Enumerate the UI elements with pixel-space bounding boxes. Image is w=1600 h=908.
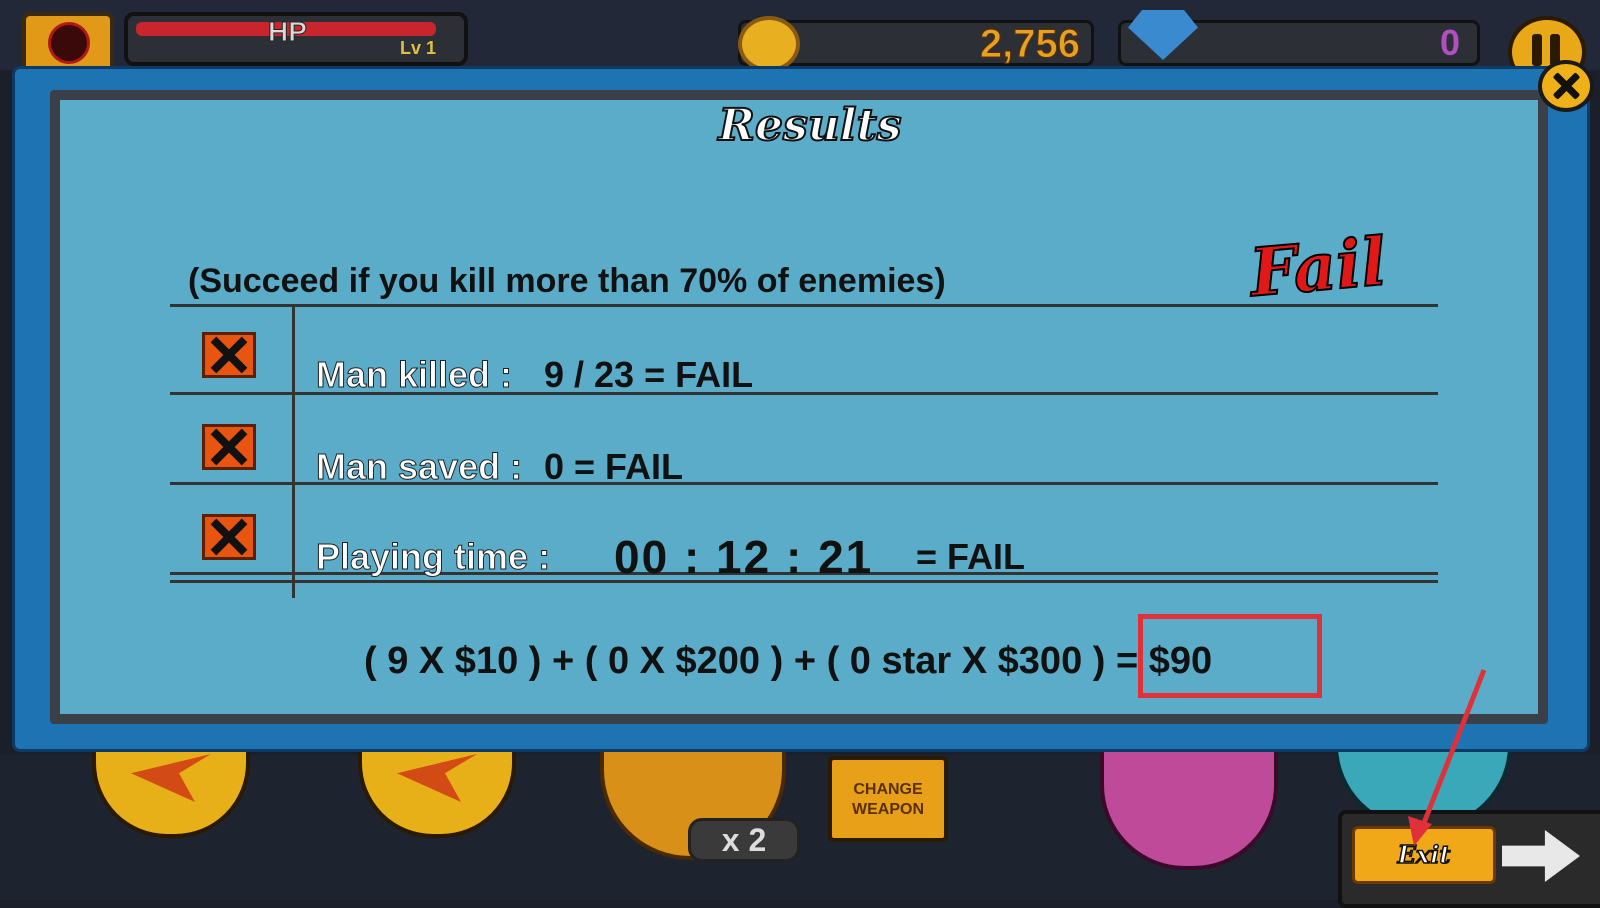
annotation-arrow — [1408, 669, 1487, 846]
